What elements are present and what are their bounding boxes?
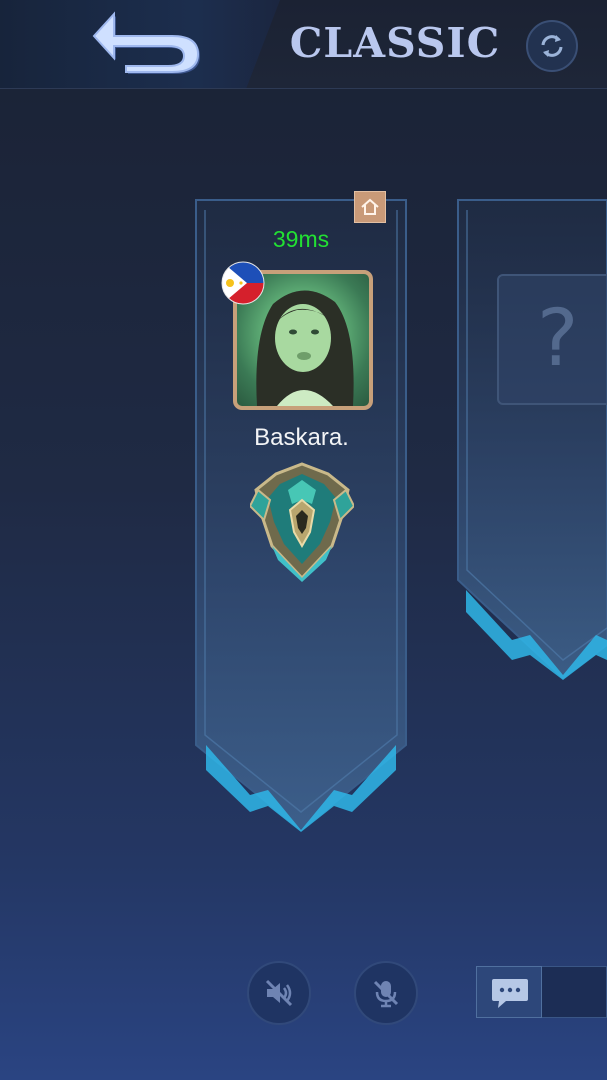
empty-slot-question-mark: ? <box>537 294 579 384</box>
player-name: Baskara. <box>254 424 349 451</box>
ping-indicator: 39ms <box>272 226 330 252</box>
chat-icon <box>492 979 528 1008</box>
speaker-muted-icon <box>265 979 293 1007</box>
room-host-badge <box>354 191 386 223</box>
chat-button[interactable] <box>476 966 542 1018</box>
player-banner-2 <box>457 199 607 680</box>
speaker-mute-button[interactable] <box>247 961 311 1025</box>
home-icon <box>361 198 379 215</box>
mic-muted-icon <box>373 980 399 1008</box>
microphone-mute-button[interactable] <box>354 961 418 1025</box>
empty-player-slot[interactable]: ? <box>497 274 607 405</box>
philippines-flag-icon <box>221 261 265 305</box>
rank-emblem-icon <box>250 462 354 582</box>
